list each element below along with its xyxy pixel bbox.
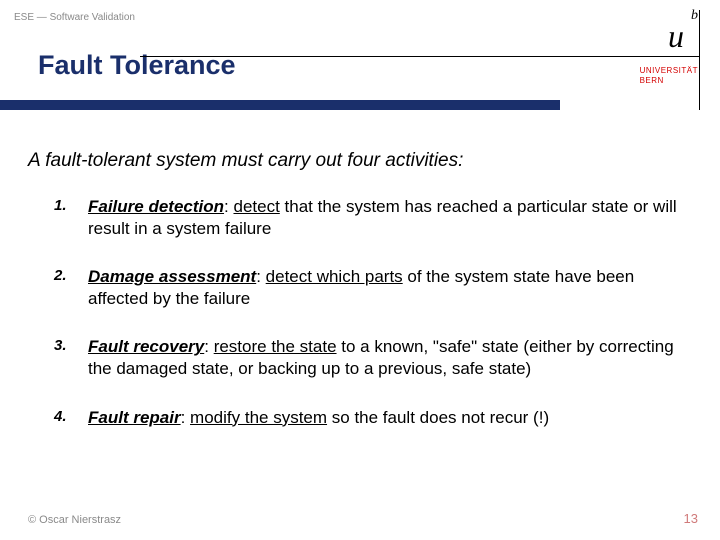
footer-copyright: © Oscar Nierstrasz bbox=[28, 514, 121, 526]
activity-list: 1. Failure detection: detect that the sy… bbox=[54, 196, 680, 429]
item-emphasis: restore the state bbox=[214, 337, 337, 356]
title-accent-bar bbox=[0, 100, 560, 110]
list-item: 3. Fault recovery: restore the state to … bbox=[54, 336, 680, 380]
list-item: 4. Fault repair: modify the system so th… bbox=[54, 407, 680, 429]
item-term: Fault repair bbox=[88, 408, 181, 427]
item-text: Fault recovery: restore the state to a k… bbox=[88, 336, 680, 380]
item-text: Damage assessment: detect which parts of… bbox=[88, 266, 680, 310]
logo-superscript-b: b bbox=[691, 8, 698, 24]
item-term: Damage assessment bbox=[88, 267, 256, 286]
logo-vertical-rule bbox=[699, 10, 700, 110]
item-term: Failure detection bbox=[88, 197, 224, 216]
item-number: 1. bbox=[54, 196, 88, 240]
page-number: 13 bbox=[684, 511, 698, 526]
slide: ESE — Software Validation Fault Toleranc… bbox=[0, 0, 720, 540]
logo-letter-u: u bbox=[668, 18, 684, 55]
item-emphasis: detect which parts bbox=[266, 267, 403, 286]
item-number: 2. bbox=[54, 266, 88, 310]
course-tag: ESE — Software Validation bbox=[14, 12, 135, 23]
list-item: 2. Damage assessment: detect which parts… bbox=[54, 266, 680, 310]
list-item: 1. Failure detection: detect that the sy… bbox=[54, 196, 680, 240]
item-emphasis: modify the system bbox=[190, 408, 327, 427]
lead-sentence: A fault-tolerant system must carry out f… bbox=[28, 150, 680, 172]
item-text: Failure detection: detect that the syste… bbox=[88, 196, 680, 240]
item-number: 4. bbox=[54, 407, 88, 429]
university-logo: b u UNIVERSITÄT BERN bbox=[600, 0, 720, 120]
logo-university-text: UNIVERSITÄT BERN bbox=[640, 66, 698, 87]
item-term: Fault recovery bbox=[88, 337, 204, 356]
logo-line2: BERN bbox=[640, 76, 664, 85]
slide-title: Fault Tolerance bbox=[38, 50, 236, 81]
item-emphasis: detect bbox=[233, 197, 279, 216]
item-rest: so the fault does not recur (!) bbox=[327, 408, 549, 427]
item-text: Fault repair: modify the system so the f… bbox=[88, 407, 549, 429]
slide-body: A fault-tolerant system must carry out f… bbox=[28, 150, 680, 455]
logo-line1: UNIVERSITÄT bbox=[640, 66, 698, 75]
item-number: 3. bbox=[54, 336, 88, 380]
